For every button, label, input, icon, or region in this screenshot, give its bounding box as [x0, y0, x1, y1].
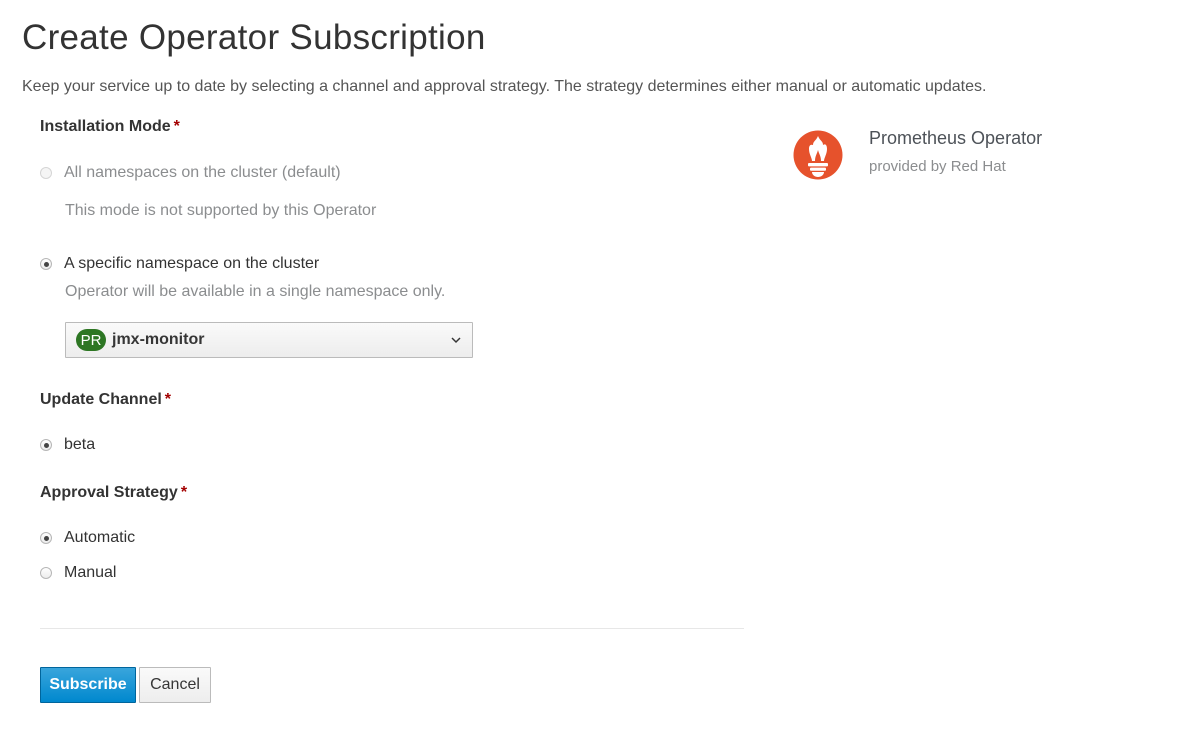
- radio-button-channel-beta[interactable]: [40, 439, 52, 451]
- approval-strategy-label: Approval Strategy *: [40, 484, 187, 502]
- radio-specific-namespace[interactable]: A specific namespace on the cluster: [40, 255, 319, 273]
- radio-channel-beta[interactable]: beta: [40, 436, 95, 454]
- installation-mode-label: Installation Mode *: [40, 118, 180, 136]
- radio-approval-manual[interactable]: Manual: [40, 564, 116, 582]
- subscribe-button[interactable]: Subscribe: [40, 667, 136, 703]
- update-channel-label: Update Channel *: [40, 391, 171, 409]
- installation-mode-label-text: Installation Mode: [40, 118, 171, 135]
- radio-label-approval-automatic: Automatic: [64, 529, 136, 546]
- page-description: Keep your service up to date by selectin…: [22, 78, 987, 95]
- update-channel-label-text: Update Channel: [40, 391, 162, 408]
- specific-namespace-help-text: Operator will be available in a single n…: [65, 283, 446, 300]
- radio-all-namespaces[interactable]: All namespaces on the cluster (default): [40, 164, 341, 182]
- approval-strategy-label-text: Approval Strategy: [40, 484, 178, 501]
- page-title: Create Operator Subscription: [22, 18, 486, 57]
- operator-name: Prometheus Operator: [869, 128, 1043, 148]
- namespace-dropdown[interactable]: PR jmx-monitor: [65, 322, 473, 358]
- form-divider: [40, 628, 744, 629]
- required-marker: *: [173, 118, 180, 135]
- radio-label-specific-namespace: A specific namespace on the cluster: [64, 255, 320, 272]
- all-namespaces-help-text: This mode is not supported by this Opera…: [65, 202, 377, 219]
- radio-button-specific-namespace[interactable]: [40, 258, 52, 270]
- chevron-down-icon: [451, 337, 461, 344]
- radio-label-approval-manual: Manual: [64, 564, 117, 581]
- radio-approval-automatic[interactable]: Automatic: [40, 529, 135, 547]
- namespace-project-badge: PR: [76, 329, 106, 351]
- radio-button-all-namespaces[interactable]: [40, 167, 52, 179]
- radio-button-approval-automatic[interactable]: [40, 532, 52, 544]
- required-marker: *: [180, 484, 188, 501]
- operator-provider: provided by Red Hat: [869, 158, 1006, 175]
- prometheus-logo-icon: [793, 130, 843, 180]
- radio-label-channel-beta: beta: [64, 436, 96, 453]
- namespace-dropdown-value: jmx-monitor: [112, 331, 205, 348]
- required-marker: *: [164, 391, 172, 408]
- cancel-button[interactable]: Cancel: [139, 667, 211, 703]
- radio-button-approval-manual[interactable]: [40, 567, 52, 579]
- radio-label-all-namespaces: All namespaces on the cluster (default): [64, 164, 341, 181]
